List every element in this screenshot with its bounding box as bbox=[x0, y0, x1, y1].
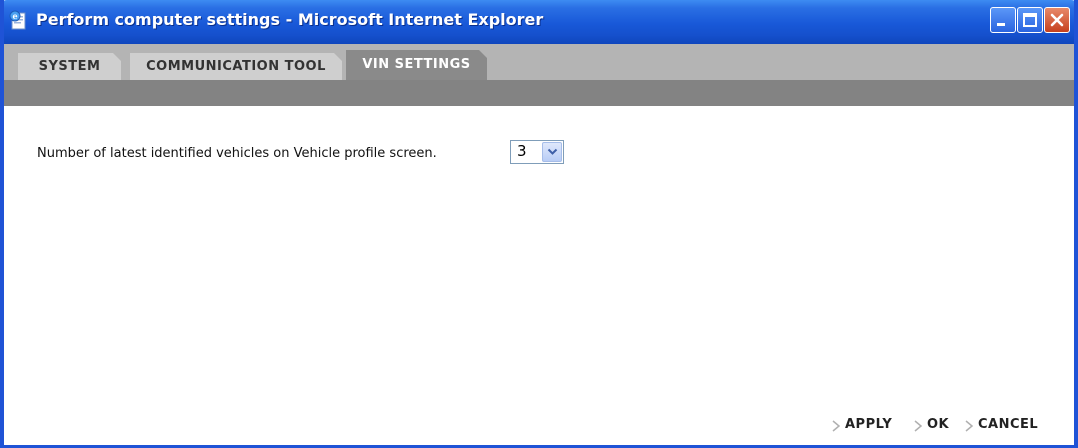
tab-system-label: SYSTEM bbox=[38, 59, 101, 74]
browser-window: e Perform computer settings - Microsoft … bbox=[0, 0, 1078, 448]
vehicles-count-value: 3 bbox=[517, 142, 527, 160]
tab-vin-settings[interactable]: VIN SETTINGS bbox=[346, 50, 487, 80]
arrow-right-icon bbox=[832, 420, 841, 432]
title-bar[interactable]: e Perform computer settings - Microsoft … bbox=[4, 0, 1074, 44]
tab-strip: SYSTEM COMMUNICATION TOOL VIN SETTINGS bbox=[4, 44, 1074, 80]
tab-corner bbox=[334, 53, 342, 61]
minimize-button[interactable] bbox=[990, 7, 1016, 33]
arrow-right-icon bbox=[965, 420, 974, 432]
minimize-icon bbox=[997, 23, 1005, 26]
maximize-button[interactable] bbox=[1017, 7, 1043, 33]
vehicles-count-select[interactable]: 3 bbox=[510, 140, 564, 164]
vehicles-count-label: Number of latest identified vehicles on … bbox=[37, 146, 437, 161]
apply-label: APPLY bbox=[845, 417, 893, 432]
chevron-down-icon bbox=[547, 148, 558, 155]
ok-label: OK bbox=[927, 417, 950, 432]
tab-system[interactable]: SYSTEM bbox=[18, 53, 121, 80]
tab-corner bbox=[113, 53, 121, 61]
tab-content-header-band bbox=[4, 80, 1074, 106]
maximize-icon bbox=[1023, 13, 1037, 27]
tab-communication-tool-label: COMMUNICATION TOOL bbox=[146, 59, 326, 74]
arrow-right-icon bbox=[914, 420, 923, 432]
cancel-button[interactable]: CANCEL bbox=[965, 416, 1055, 436]
svg-text:e: e bbox=[12, 11, 17, 21]
tab-communication-tool[interactable]: COMMUNICATION TOOL bbox=[130, 53, 342, 80]
tab-vin-settings-label: VIN SETTINGS bbox=[362, 57, 471, 72]
close-button[interactable] bbox=[1044, 7, 1070, 33]
dropdown-button[interactable] bbox=[542, 142, 562, 162]
dialog-actions: APPLY OK CANCEL bbox=[4, 416, 1074, 436]
close-icon bbox=[1050, 13, 1064, 27]
window-title: Perform computer settings - Microsoft In… bbox=[36, 10, 544, 29]
apply-button[interactable]: APPLY bbox=[832, 416, 902, 436]
ok-button[interactable]: OK bbox=[914, 416, 954, 436]
ie-page-icon: e bbox=[8, 10, 30, 32]
tab-corner bbox=[479, 50, 487, 58]
cancel-label: CANCEL bbox=[978, 417, 1039, 432]
